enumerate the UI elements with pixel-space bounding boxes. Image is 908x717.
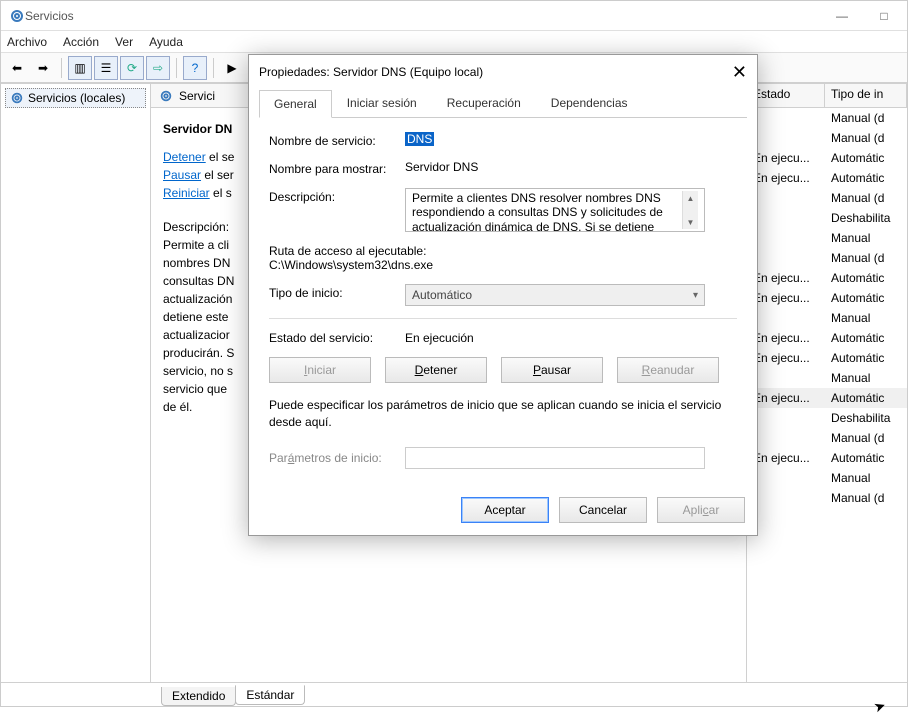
label-nombre-mostrar: Nombre para mostrar: <box>269 160 405 176</box>
help-button[interactable]: ? <box>183 56 207 80</box>
value-nombre-servicio: DNS <box>405 132 434 146</box>
input-parametros[interactable] <box>405 447 705 469</box>
minimize-button[interactable]: — <box>827 9 857 23</box>
scrollbar[interactable]: ▲ ▼ <box>682 191 698 229</box>
dialog-title: Propiedades: Servidor DNS (Equipo local) <box>259 65 483 79</box>
start-service-button[interactable]: ▶ <box>220 56 244 80</box>
chevron-down-icon: ▾ <box>693 290 698 301</box>
link-detener[interactable]: Detener <box>163 150 206 164</box>
nav-label: Servicios (locales) <box>28 91 125 105</box>
description-box[interactable]: Permite a clientes DNS resolver nombres … <box>405 188 705 232</box>
label-estado-servicio: Estado del servicio: <box>269 331 405 345</box>
window-title: Servicios <box>25 9 74 23</box>
table-row[interactable]: En ejecu...Automátic <box>747 348 907 368</box>
table-row[interactable]: Manual (d <box>747 188 907 208</box>
properties-dialog: Propiedades: Servidor DNS (Equipo local)… <box>248 54 758 536</box>
refresh-button[interactable]: ⟳ <box>120 56 144 80</box>
gear-icon <box>10 91 24 105</box>
table-row[interactable]: Deshabilita <box>747 208 907 228</box>
detail-header-title: Servici <box>179 89 215 103</box>
properties-button[interactable]: ☰ <box>94 56 118 80</box>
table-row[interactable]: Manual (d <box>747 248 907 268</box>
tab-dependencias[interactable]: Dependencias <box>536 89 643 117</box>
link-pausar[interactable]: Pausar <box>163 168 201 182</box>
button-reanudar: Reanudar <box>617 357 719 383</box>
menu-archivo[interactable]: Archivo <box>7 35 47 49</box>
label-descripcion: Descripción: <box>269 188 405 204</box>
button-iniciar: Iniciar <box>269 357 371 383</box>
scroll-up-icon[interactable]: ▲ <box>687 191 695 205</box>
table-row[interactable]: Manual <box>747 308 907 328</box>
dialog-title-bar: Propiedades: Servidor DNS (Equipo local)… <box>249 55 757 89</box>
menu-accion[interactable]: Acción <box>63 35 99 49</box>
back-button[interactable]: ⬅ <box>5 56 29 80</box>
button-aceptar[interactable]: Aceptar <box>461 497 549 523</box>
label-ruta: Ruta de acceso al ejecutable: <box>269 244 737 258</box>
dialog-close-button[interactable]: ✕ <box>732 62 747 83</box>
link-reiniciar[interactable]: Reiniciar <box>163 186 210 200</box>
services-icon <box>9 8 25 24</box>
export-button[interactable]: ⇨ <box>146 56 170 80</box>
table-row[interactable]: En ejecu...Automátic <box>747 168 907 188</box>
label-tipo-inicio: Tipo de inicio: <box>269 284 405 300</box>
table-row[interactable]: En ejecu...Automátic <box>747 448 907 468</box>
tab-iniciar-sesion[interactable]: Iniciar sesión <box>332 89 432 117</box>
table-row[interactable]: En ejecu...Automátic <box>747 268 907 288</box>
label-nombre-servicio: Nombre de servicio: <box>269 132 405 148</box>
table-row[interactable]: Manual <box>747 468 907 488</box>
menu-ver[interactable]: Ver <box>115 35 133 49</box>
table-row[interactable]: Manual (d <box>747 108 907 128</box>
table-row[interactable]: En ejecu...Automátic <box>747 388 907 408</box>
bottom-tabs: Extendido Estándar <box>1 682 907 706</box>
table-row[interactable]: Manual (d <box>747 488 907 508</box>
tab-extendido[interactable]: Extendido <box>161 687 236 706</box>
gear-icon <box>159 89 173 103</box>
label-parametros: Parámetros de inicio: <box>269 451 405 465</box>
table-row[interactable]: Manual (d <box>747 128 907 148</box>
col-header-estado[interactable]: Estado <box>747 84 825 107</box>
button-aplicar: Aplicar <box>657 497 745 523</box>
tab-general[interactable]: General <box>259 90 332 118</box>
value-nombre-mostrar: Servidor DNS <box>405 160 737 174</box>
forward-button[interactable]: ➡ <box>31 56 55 80</box>
scroll-down-icon[interactable]: ▼ <box>687 215 695 229</box>
table-row[interactable]: Manual (d <box>747 428 907 448</box>
table-row[interactable]: En ejecu...Automátic <box>747 288 907 308</box>
param-note: Puede especificar los parámetros de inic… <box>269 397 737 431</box>
select-tipo-inicio[interactable]: Automático ▾ <box>405 284 705 306</box>
button-cancelar[interactable]: Cancelar <box>559 497 647 523</box>
col-header-tipo[interactable]: Tipo de in <box>825 84 907 107</box>
navigation-pane: Servicios (locales) <box>1 84 151 682</box>
menu-ayuda[interactable]: Ayuda <box>149 35 183 49</box>
title-bar: Servicios — □ <box>1 1 907 31</box>
service-list: Estado Tipo de in Manual (dManual (dEn e… <box>747 84 907 682</box>
maximize-button[interactable]: □ <box>869 9 899 23</box>
value-estado-servicio: En ejecución <box>405 331 474 345</box>
nav-servicios-locales[interactable]: Servicios (locales) <box>5 88 146 108</box>
description-value: Permite a clientes DNS resolver nombres … <box>412 191 682 229</box>
show-hide-pane-button[interactable]: ▥ <box>68 56 92 80</box>
select-value: Automático <box>412 288 472 302</box>
button-pausar[interactable]: Pausar <box>501 357 603 383</box>
table-row[interactable]: Manual <box>747 228 907 248</box>
table-row[interactable]: En ejecu...Automátic <box>747 148 907 168</box>
menu-bar: Archivo Acción Ver Ayuda <box>1 31 907 53</box>
table-row[interactable]: Deshabilita <box>747 408 907 428</box>
table-row[interactable]: En ejecu...Automátic <box>747 328 907 348</box>
table-row[interactable]: Manual <box>747 368 907 388</box>
value-ruta: C:\Windows\system32\dns.exe <box>269 258 737 272</box>
tab-recuperacion[interactable]: Recuperación <box>432 89 536 117</box>
tab-estandar[interactable]: Estándar <box>235 685 305 705</box>
button-detener[interactable]: Detener <box>385 357 487 383</box>
